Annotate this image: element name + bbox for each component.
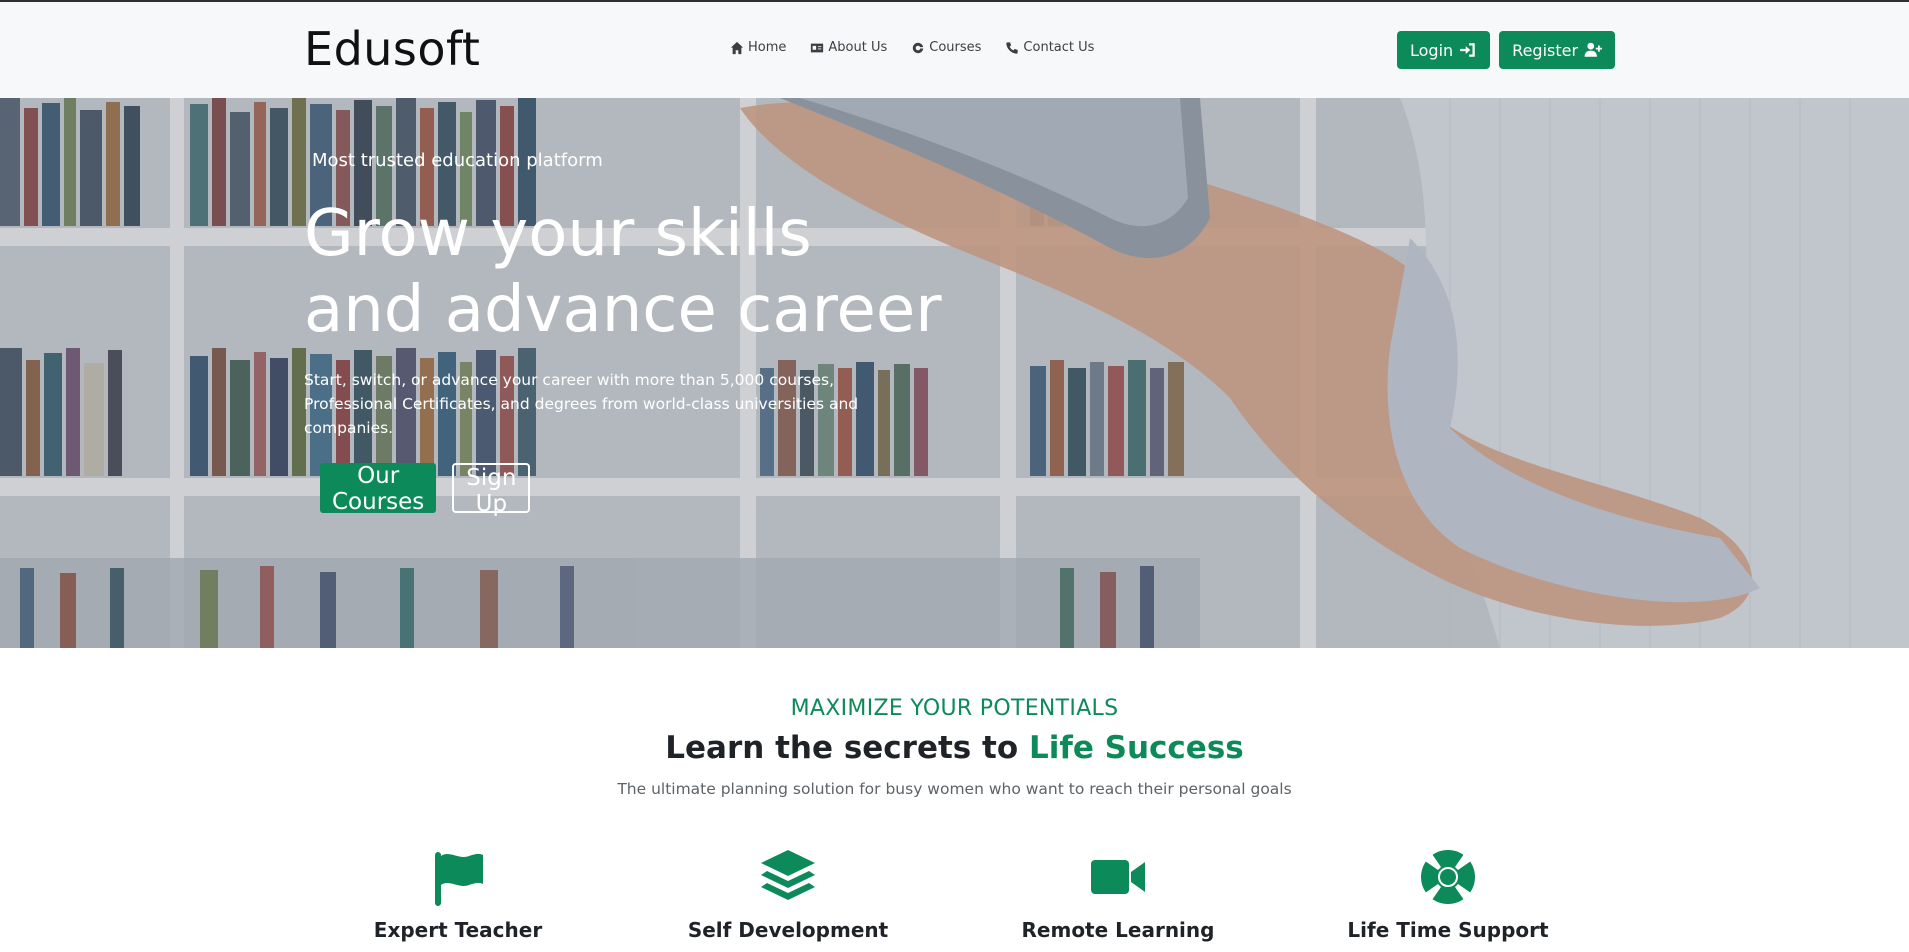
navbar: Edusoft Home About Us Courses Contact Us… xyxy=(0,2,1909,99)
features-section: MAXIMIZE YOUR POTENTIALS Learn the secre… xyxy=(0,648,1909,952)
feature-label: Life Time Support xyxy=(1347,918,1549,942)
life-ring-icon xyxy=(1421,850,1475,904)
nav-link-label: About Us xyxy=(828,40,888,55)
nav-link-about[interactable]: About Us xyxy=(810,40,887,55)
home-icon xyxy=(730,41,744,54)
feature-label: Expert Teacher xyxy=(373,918,543,942)
register-button[interactable]: Register xyxy=(1499,31,1616,69)
login-button[interactable]: Login xyxy=(1397,31,1491,69)
nav-link-home[interactable]: Home xyxy=(730,40,786,55)
nav-link-label: Courses xyxy=(929,40,982,55)
hero-title: Grow your skills and advance career xyxy=(304,197,942,347)
hero-description: Start, switch, or advance your career wi… xyxy=(304,371,859,437)
section-heading-prefix: Learn the secrets to xyxy=(665,730,1029,766)
feature-item: Remote Learning xyxy=(998,848,1238,942)
section-heading-accent: Life Success xyxy=(1028,730,1244,766)
nav-links: Home About Us Courses Contact Us xyxy=(730,40,1094,55)
feature-label: Self Development xyxy=(687,918,889,942)
phone-icon xyxy=(1006,41,1019,54)
auth-buttons: Login Register xyxy=(1397,31,1616,69)
id-card-icon xyxy=(811,43,824,52)
section-kicker: MAXIMIZE YOUR POTENTIALS xyxy=(790,696,1119,721)
nav-link-courses[interactable]: Courses xyxy=(911,40,981,55)
flag-icon xyxy=(435,852,483,906)
brand-logo[interactable]: Edusoft xyxy=(304,22,480,76)
hero-section: Most trusted education platform Grow you… xyxy=(0,98,1909,648)
feature-item: Expert Teacher xyxy=(338,848,578,942)
feature-item: Life Time Support xyxy=(1328,848,1568,942)
google-icon xyxy=(913,42,924,53)
sign-up-button[interactable]: Sign Up xyxy=(452,463,531,517)
section-heading: Learn the secrets to Life Success xyxy=(0,730,1909,766)
section-subtext: The ultimate planning solution for busy … xyxy=(617,780,1292,798)
hero-cta-group: Our Courses Sign Up xyxy=(320,463,531,517)
nav-link-label: Home xyxy=(748,40,787,55)
layers-icon xyxy=(761,850,815,900)
user-plus-icon xyxy=(1584,42,1603,57)
feature-label: Remote Learning xyxy=(1021,918,1215,942)
nav-link-label: Contact Us xyxy=(1023,40,1095,55)
video-camera-icon xyxy=(1091,860,1145,894)
login-label: Login xyxy=(1410,40,1454,60)
our-courses-button[interactable]: Our Courses xyxy=(320,463,437,515)
nav-link-contact[interactable]: Contact Us xyxy=(1005,40,1094,55)
sign-in-icon xyxy=(1460,43,1475,57)
register-label: Register xyxy=(1512,40,1579,60)
hero-kicker: Most trusted education platform xyxy=(312,150,603,171)
feature-item: Self Development xyxy=(668,848,908,942)
hero-overlay xyxy=(0,98,1909,648)
